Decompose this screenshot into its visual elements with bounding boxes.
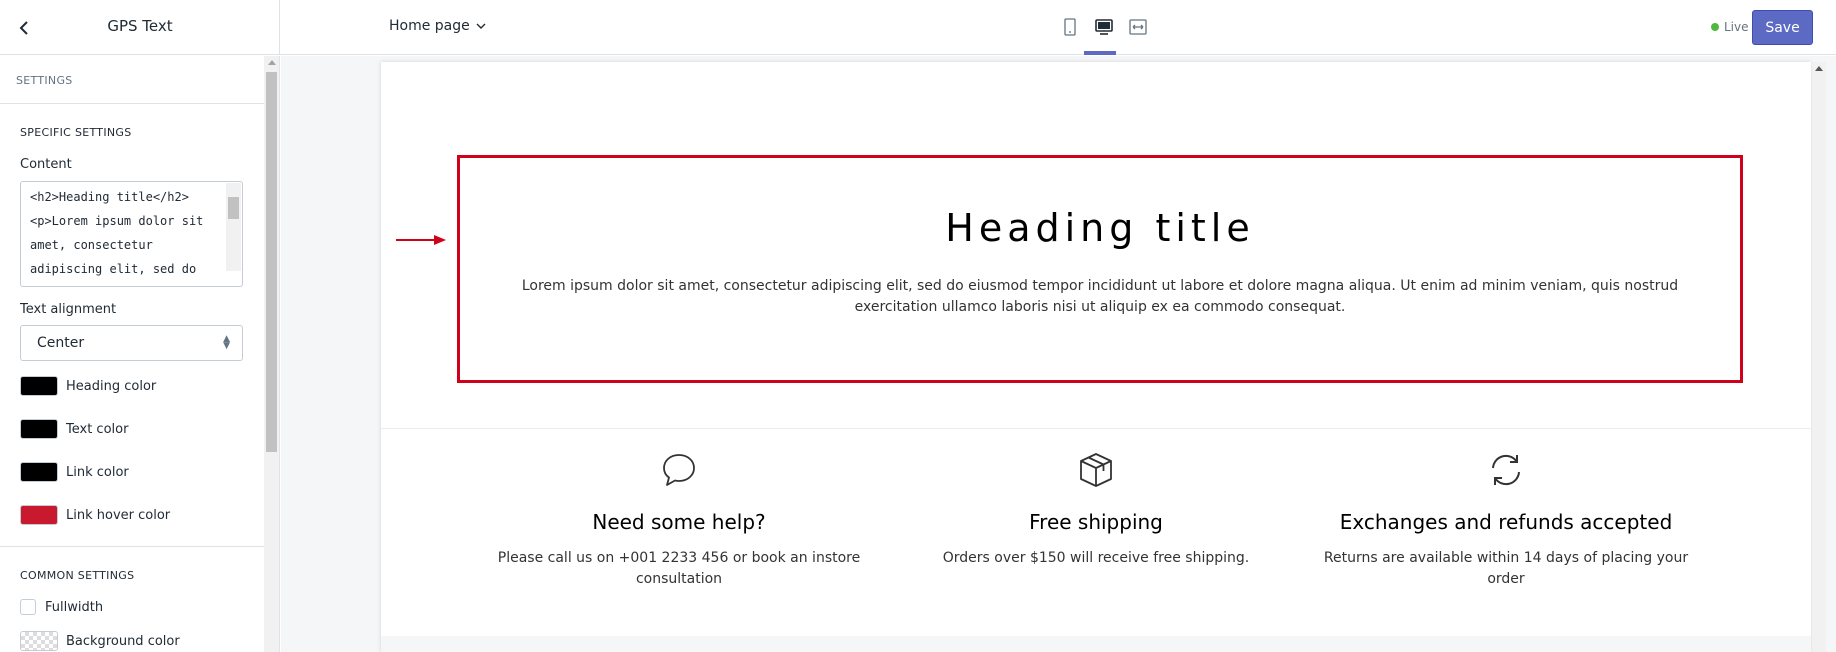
link-color-swatch[interactable] <box>20 462 58 482</box>
page-selector[interactable]: Home page <box>389 18 486 34</box>
text-color-picker[interactable]: Text color <box>20 419 128 439</box>
preview-footer-strip <box>381 636 1811 652</box>
select-arrows-icon: ▲ ▼ <box>223 334 230 351</box>
preview-paragraph: Lorem ipsum dolor sit amet, consectetur … <box>521 278 1679 315</box>
text-color-swatch[interactable] <box>20 419 58 439</box>
preview-scrollbar[interactable] <box>1812 62 1826 652</box>
background-color-picker[interactable]: Background color <box>20 631 180 651</box>
feature-help: Need some help? Please call us on +001 2… <box>489 450 869 590</box>
link-color-label: Link color <box>66 464 129 480</box>
settings-header-label: SETTINGS <box>16 74 73 87</box>
mobile-icon <box>1064 18 1076 36</box>
feature-title: Free shipping <box>1029 510 1163 534</box>
section-divider <box>0 546 264 547</box>
feature-title: Need some help? <box>592 510 766 534</box>
scroll-up-icon[interactable] <box>268 60 276 65</box>
expand-icon <box>1129 19 1147 35</box>
heading-color-picker[interactable]: Heading color <box>20 376 156 396</box>
preview-heading: Heading title <box>945 206 1255 250</box>
feature-text: Orders over $150 will receive free shipp… <box>942 550 1250 566</box>
feature-refunds: Exchanges and refunds accepted Returns a… <box>1316 450 1696 590</box>
text-alignment-select[interactable]: Center ▲ ▼ <box>20 325 243 361</box>
textarea-scrollbar[interactable] <box>226 183 241 271</box>
chevron-down-icon <box>476 23 486 29</box>
text-alignment-value: Center <box>37 335 85 351</box>
fullwidth-checkbox[interactable] <box>20 599 36 615</box>
preview-divider <box>381 428 1811 429</box>
link-hover-color-swatch[interactable] <box>20 505 58 525</box>
section-title: GPS Text <box>107 17 173 35</box>
heading-color-label: Heading color <box>66 378 157 394</box>
chat-bubble-icon <box>663 454 695 486</box>
heading-color-swatch[interactable] <box>20 376 58 396</box>
storefront-preview: Heading title Lorem ipsum dolor sit amet… <box>381 62 1811 652</box>
desktop-icon <box>1095 19 1113 35</box>
feature-shipping: Free shipping Orders over $150 will rece… <box>906 450 1286 569</box>
package-box-icon <box>1080 453 1112 487</box>
settings-sidebar: SETTINGS SPECIFIC SETTINGS Content <h2>H… <box>0 56 280 652</box>
live-status: Live <box>1711 20 1749 34</box>
active-device-indicator <box>1084 51 1116 55</box>
sidebar-scrollbar[interactable] <box>264 56 279 652</box>
live-dot-icon <box>1711 23 1719 31</box>
scroll-up-icon[interactable] <box>1815 66 1823 71</box>
sidebar-scroll-thumb[interactable] <box>266 72 277 452</box>
content-label: Content <box>20 157 72 172</box>
save-button[interactable]: Save <box>1752 10 1813 45</box>
live-label: Live <box>1724 20 1749 34</box>
link-hover-color-picker[interactable]: Link hover color <box>20 505 170 525</box>
device-toggles <box>1058 14 1150 40</box>
page-selector-label: Home page <box>389 18 470 34</box>
back-button[interactable] <box>14 17 36 39</box>
text-alignment-label: Text alignment <box>20 302 117 317</box>
refresh-icon <box>1492 454 1520 486</box>
specific-settings-title: SPECIFIC SETTINGS <box>20 126 132 139</box>
link-color-picker[interactable]: Link color <box>20 462 129 482</box>
content-textarea[interactable]: <h2>Heading title</h2> <p>Lorem ipsum do… <box>20 181 243 287</box>
mobile-view-button[interactable] <box>1058 14 1082 40</box>
common-settings-title: COMMON SETTINGS <box>20 569 135 582</box>
gps-text-block[interactable]: Heading title Lorem ipsum dolor sit amet… <box>457 155 1743 383</box>
feature-text: Returns are available within 14 days of … <box>1323 550 1689 587</box>
fullwidth-checkbox-row[interactable]: Fullwidth <box>20 599 103 615</box>
text-color-label: Text color <box>66 421 129 437</box>
feature-title: Exchanges and refunds accepted <box>1339 510 1673 534</box>
fullscreen-view-button[interactable] <box>1126 14 1150 40</box>
feature-text: Please call us on +001 2233 456 or book … <box>497 550 861 587</box>
preview-area: Heading title Lorem ipsum dolor sit amet… <box>281 56 1836 652</box>
background-color-label: Background color <box>66 633 180 649</box>
link-hover-color-label: Link hover color <box>66 507 171 523</box>
editor-header: GPS Text <box>0 0 280 55</box>
desktop-view-button[interactable] <box>1092 14 1116 40</box>
settings-header: SETTINGS <box>0 56 264 104</box>
fullwidth-label: Fullwidth <box>45 599 104 615</box>
top-bar: GPS Text Home page Live Save <box>0 0 1836 55</box>
arrow-right-icon <box>396 235 446 245</box>
chevron-left-icon <box>19 21 28 35</box>
background-color-swatch[interactable] <box>20 631 58 651</box>
